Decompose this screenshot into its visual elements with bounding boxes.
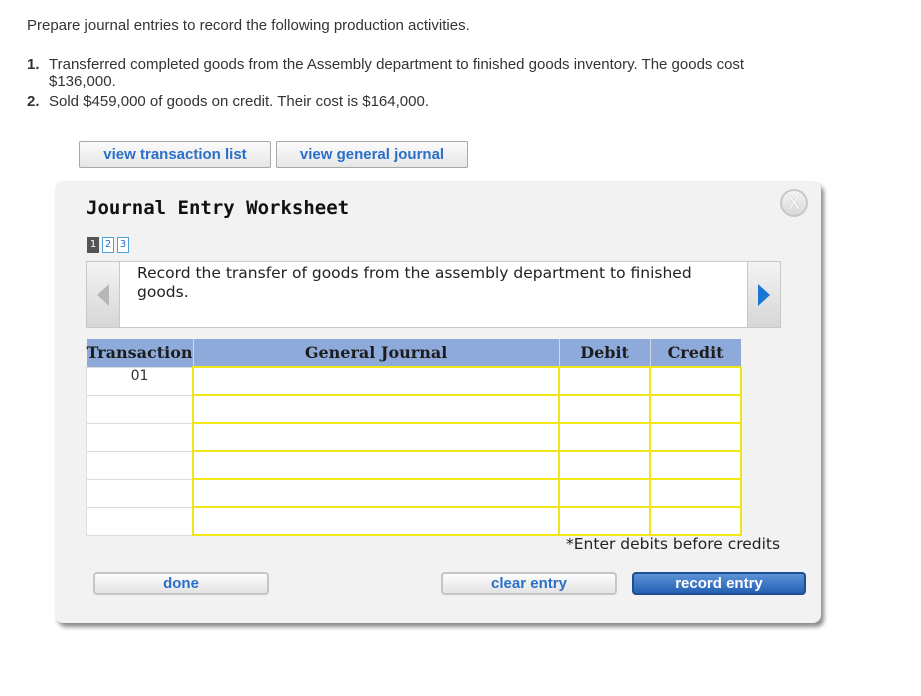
debit-input[interactable] (558, 478, 652, 508)
account-input[interactable] (192, 394, 561, 424)
requirement-1: 1. Transferred completed goods from the A… (27, 56, 749, 90)
debit-input[interactable] (558, 366, 652, 396)
view-transaction-list-button[interactable]: view transaction list (79, 141, 271, 168)
instruction-text: Record the transfer of goods from the as… (137, 264, 692, 301)
worksheet-title: Journal Entry Worksheet (86, 197, 350, 219)
requirement-text: Transferred completed goods from the Ass… (49, 56, 745, 90)
account-input[interactable] (192, 422, 561, 452)
credit-input[interactable] (649, 450, 742, 480)
debit-input[interactable] (558, 394, 652, 424)
column-header-transaction: Transaction (86, 339, 194, 367)
account-input[interactable] (192, 450, 561, 480)
transaction-cell (86, 422, 194, 452)
table-row (86, 506, 742, 536)
requirement-number: 1. (27, 56, 40, 73)
record-entry-button[interactable]: record entry (632, 572, 806, 595)
table-row (86, 450, 742, 480)
done-button[interactable]: done (93, 572, 269, 595)
table-row: 01 (86, 366, 742, 396)
debit-input[interactable] (558, 422, 652, 452)
prev-button[interactable] (87, 262, 120, 327)
page-navigation: 1 2 3 (87, 237, 129, 253)
journal-table: Transaction General Journal Debit Credit… (86, 339, 742, 536)
column-header-credit: Credit (649, 339, 741, 367)
table-header-row: Transaction General Journal Debit Credit (86, 339, 741, 367)
page-3-link[interactable]: 3 (117, 237, 129, 253)
transaction-cell (86, 450, 194, 480)
requirement-2: 2. Sold $459,000 of goods on credit. Thei… (27, 93, 749, 110)
account-input[interactable] (192, 478, 561, 508)
credit-input[interactable] (649, 394, 742, 424)
credit-input[interactable] (649, 506, 742, 536)
close-icon[interactable]: X (780, 189, 808, 217)
account-input[interactable] (192, 506, 561, 536)
column-header-debit: Debit (558, 339, 651, 367)
account-input[interactable] (192, 366, 561, 396)
debits-before-credits-note: *Enter debits before credits (566, 535, 781, 553)
credit-input[interactable] (649, 478, 742, 508)
next-button[interactable] (747, 262, 780, 327)
chevron-left-icon (97, 283, 109, 306)
question-intro: Prepare journal entries to record the fo… (27, 17, 470, 34)
view-general-journal-button[interactable]: view general journal (276, 141, 468, 168)
page-1-link[interactable]: 1 (87, 237, 99, 253)
page-2-link[interactable]: 2 (102, 237, 114, 253)
debit-input[interactable] (558, 450, 652, 480)
requirement-text: Sold $459,000 of goods on credit. Their … (49, 93, 429, 110)
chevron-right-icon (758, 283, 770, 306)
transaction-cell (86, 506, 194, 536)
transaction-cell (86, 478, 194, 508)
credit-input[interactable] (649, 422, 742, 452)
credit-input[interactable] (649, 366, 742, 396)
transaction-cell (86, 394, 194, 424)
clear-entry-button[interactable]: clear entry (441, 572, 617, 595)
column-header-general-journal: General Journal (192, 339, 560, 367)
transaction-cell: 01 (86, 366, 194, 396)
instruction-box: Record the transfer of goods from the as… (86, 261, 781, 328)
table-row (86, 478, 742, 508)
requirement-number: 2. (27, 93, 40, 110)
debit-input[interactable] (558, 506, 652, 536)
table-row (86, 422, 742, 452)
table-row (86, 394, 742, 424)
journal-entry-worksheet: Journal Entry Worksheet X 1 2 3 Record t… (55, 181, 821, 623)
